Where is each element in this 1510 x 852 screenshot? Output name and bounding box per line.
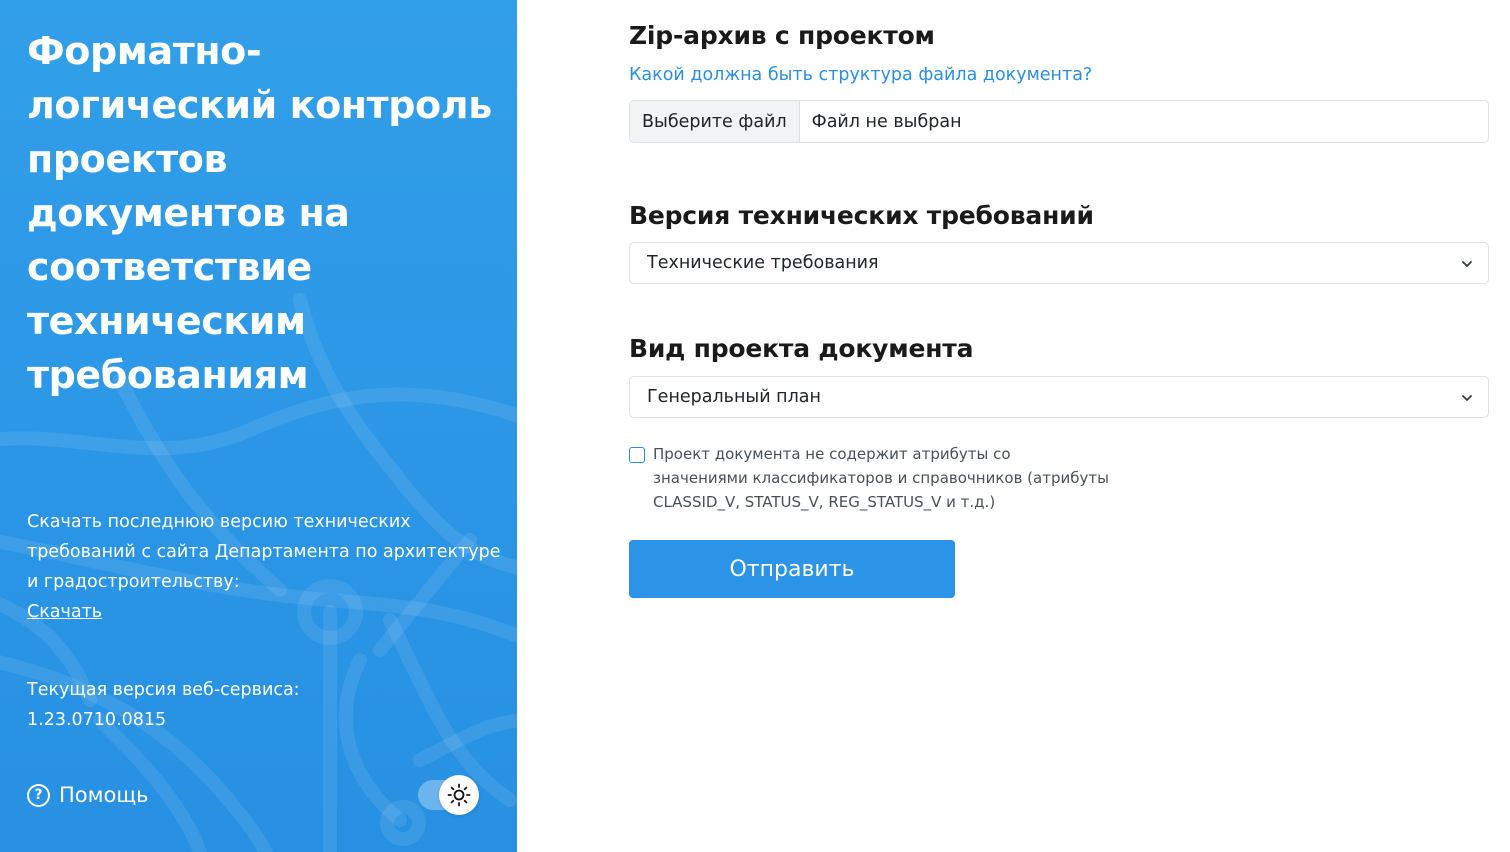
chevron-down-icon [1462,395,1472,401]
tech-requirements-heading: Версия технических требований [629,201,1094,230]
no-classifier-attributes-checkbox[interactable] [629,447,645,463]
submit-button[interactable]: Отправить [629,540,955,598]
question-circle-icon: ? [27,783,50,807]
download-description: Скачать последнюю версию технических тре… [27,512,501,592]
help-link[interactable]: ? Помощь [27,779,149,811]
zip-file-input[interactable]: Выберите файл Файл не выбран [629,100,1489,143]
zip-archive-heading: Zip-архив с проектом [629,21,935,50]
chevron-down-icon [1462,261,1472,267]
version-label: Текущая версия веб-сервиса: [27,680,300,700]
no-classifier-attributes-label[interactable]: Проект документа не содержит атрибуты со… [653,442,1109,514]
download-info: Скачать последнюю версию технических тре… [27,507,507,627]
theme-toggle-knob [439,775,479,815]
help-label: Помощь [59,783,149,807]
document-kind-value: Генеральный план [647,387,821,407]
page-title: Форматно-логический контроль проектов до… [27,29,492,397]
version-info: Текущая версия веб-сервиса: 1.23.0710.08… [27,675,427,735]
download-link[interactable]: Скачать [27,597,102,627]
file-structure-link[interactable]: Какой должна быть структура файла докуме… [629,65,1092,85]
version-value: 1.23.0710.0815 [27,710,167,730]
tech-requirements-select[interactable]: Технические требования [629,242,1489,284]
theme-toggle[interactable] [418,775,480,815]
sidebar: Форматно-логический контроль проектов до… [0,0,517,852]
choose-file-button[interactable]: Выберите файл [630,101,800,142]
tech-requirements-value: Технические требования [647,253,879,273]
no-classifier-attributes-option: Проект документа не содержит атрибуты со… [629,442,1109,514]
document-kind-select[interactable]: Генеральный план [629,376,1489,418]
file-status: Файл не выбран [811,111,962,132]
upload-form: Zip-архив с проектом Какой должна быть с… [517,0,1510,852]
document-kind-heading: Вид проекта документа [629,334,974,363]
sun-icon [447,783,471,807]
